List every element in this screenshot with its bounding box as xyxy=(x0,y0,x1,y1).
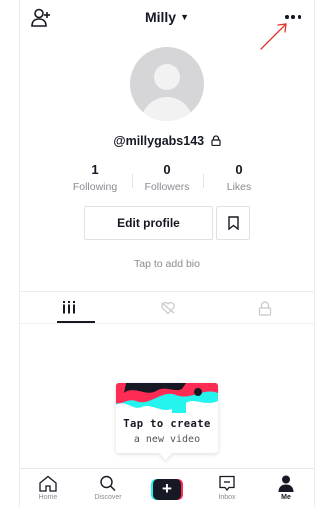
create-title: Tap to create xyxy=(123,418,211,430)
likes-count: 0 xyxy=(235,162,243,177)
tab-videos[interactable] xyxy=(20,293,118,323)
colorful-splash-image xyxy=(116,383,218,413)
tooltip-tail xyxy=(159,447,172,460)
divider xyxy=(20,323,314,324)
search-icon xyxy=(100,475,116,491)
plus-icon: + xyxy=(153,479,181,500)
grid-icon xyxy=(63,301,75,314)
nav-home[interactable]: Home xyxy=(23,472,73,506)
liked-hidden-icon xyxy=(161,302,175,315)
username-text: @millygabs143 xyxy=(113,134,205,148)
create-subtitle: a new video xyxy=(133,434,201,445)
followers-stat[interactable]: 0 Followers xyxy=(132,162,202,193)
home-icon xyxy=(39,475,57,492)
add-bio-link[interactable]: Tap to add bio xyxy=(20,258,314,270)
lock-icon xyxy=(258,301,272,316)
likes-stat[interactable]: 0 Likes xyxy=(204,162,274,193)
likes-label: Likes xyxy=(226,181,252,193)
create-button[interactable]: + xyxy=(151,479,183,500)
following-label: Following xyxy=(72,181,118,193)
tab-private[interactable] xyxy=(216,293,314,323)
lock-icon xyxy=(210,135,221,146)
nav-discover-label: Discover xyxy=(94,494,122,501)
chevron-down-icon: ▼ xyxy=(180,12,190,22)
screen-edge-right xyxy=(314,0,315,507)
nav-me-label: Me xyxy=(281,494,291,501)
inbox-icon xyxy=(219,475,235,492)
following-count: 1 xyxy=(91,162,99,177)
edit-profile-button[interactable]: Edit profile xyxy=(84,206,213,240)
nav-inbox[interactable]: Inbox xyxy=(202,472,252,506)
screen-edge-left xyxy=(19,0,20,507)
divider xyxy=(20,468,314,469)
followers-label: Followers xyxy=(144,181,190,193)
username: @millygabs143 xyxy=(20,134,314,148)
bookmark-icon xyxy=(228,216,239,230)
divider xyxy=(20,291,314,292)
profile-icon xyxy=(278,475,294,492)
annotation-arrow-icon xyxy=(260,23,287,50)
followers-count: 0 xyxy=(163,162,171,177)
nav-home-label: Home xyxy=(38,494,58,501)
avatar[interactable] xyxy=(130,47,204,121)
nav-me[interactable]: Me xyxy=(261,472,311,506)
favorites-button[interactable] xyxy=(216,206,250,240)
profile-name: Milly xyxy=(144,9,177,25)
nav-inbox-label: Inbox xyxy=(218,494,236,501)
tab-liked[interactable] xyxy=(118,293,216,323)
profile-stats: 1 Following 0 Followers 0 Likes xyxy=(60,162,274,196)
nav-discover[interactable]: Discover xyxy=(83,472,133,506)
create-video-prompt[interactable]: Tap to create a new video xyxy=(116,383,218,460)
following-stat[interactable]: 1 Following xyxy=(60,162,130,193)
